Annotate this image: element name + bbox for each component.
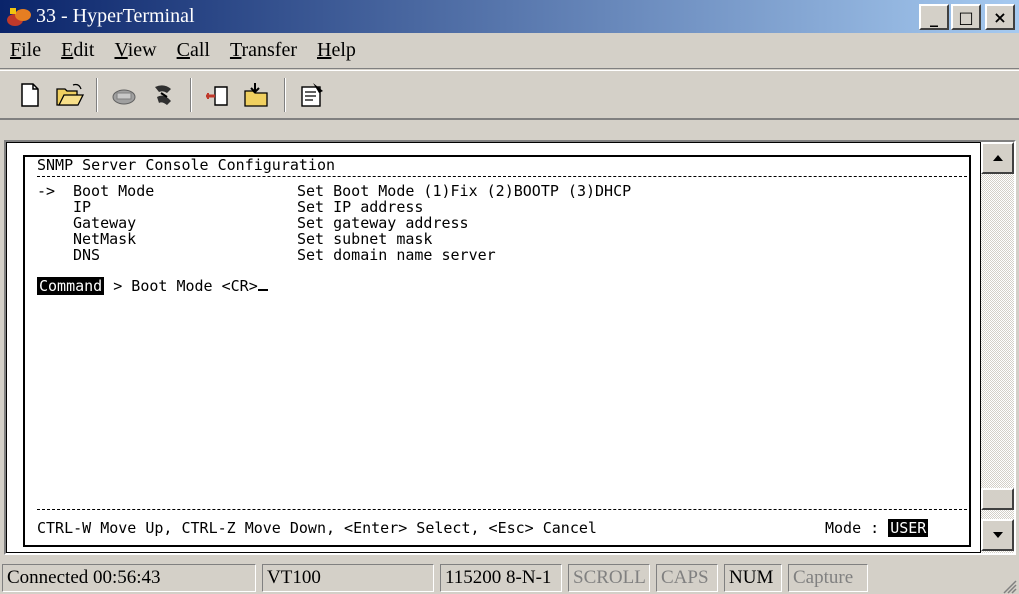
vertical-scrollbar[interactable]: [981, 142, 1014, 553]
disconnect-icon: [155, 84, 171, 105]
menu-row-name[interactable]: DNS: [73, 247, 100, 263]
receive-icon: [244, 82, 268, 107]
minimize-button[interactable]: _: [919, 4, 949, 30]
hyperterminal-icon[interactable]: [6, 5, 32, 29]
scroll-down-button[interactable]: [981, 519, 1014, 551]
menu-row-name[interactable]: NetMask: [73, 231, 136, 247]
mode-indicator: Mode : USER: [825, 519, 929, 537]
menu-row-name[interactable]: Gateway: [73, 215, 136, 231]
close-button[interactable]: ×: [985, 4, 1015, 30]
maximize-button[interactable]: □: [951, 4, 981, 30]
disconnect-button[interactable]: [146, 77, 182, 113]
status-bar: Connected 00:56:43 VT100 115200 8-N-1 SC…: [0, 562, 1019, 594]
properties-icon: [301, 82, 323, 107]
scroll-up-button[interactable]: [981, 142, 1014, 174]
toolbar-separator: [96, 77, 98, 112]
toolbar: [0, 70, 1019, 120]
open-icon: [56, 83, 85, 106]
menu-bar: File Edit View Call Transfer Help: [0, 33, 1019, 69]
arrow-up-icon: [992, 155, 1003, 161]
title-bar[interactable]: 33 - HyperTerminal _ □ ×: [0, 0, 1019, 33]
terminal-frame: SNMP Server Console Configuration -> Boo…: [4, 140, 1016, 555]
command-label: Command: [37, 277, 105, 295]
menu-row-desc: Set subnet mask: [297, 230, 433, 248]
window-controls: _ □ ×: [919, 4, 1015, 30]
menu-row-desc: Set IP address: [297, 198, 424, 216]
mode-label: Mode :: [825, 519, 889, 537]
send-icon: [206, 85, 228, 106]
divider: [37, 509, 967, 510]
minimize-icon: _: [930, 7, 938, 27]
status-capture: Capture: [788, 564, 868, 592]
menu-row-name[interactable]: IP: [73, 199, 91, 215]
console-header: SNMP Server Console Configuration: [37, 156, 336, 174]
send-button[interactable]: [200, 77, 236, 113]
menu-call[interactable]: Call: [177, 39, 210, 62]
command-text: > Boot Mode <CR>: [104, 277, 258, 295]
status-settings: 115200 8-N-1: [440, 564, 562, 592]
menu-row-name[interactable]: Boot Mode: [73, 183, 154, 199]
status-num: NUM: [724, 564, 782, 592]
toolbar-separator: [190, 77, 192, 112]
properties-button[interactable]: [294, 77, 330, 113]
menu-help[interactable]: Help: [317, 39, 356, 62]
toolbar-separator: [284, 77, 286, 112]
menu-row-desc: Set Boot Mode (1)Fix (2)BOOTP (3)DHCP: [297, 182, 632, 200]
receive-button[interactable]: [240, 77, 276, 113]
menu-row-desc: Set gateway address: [297, 214, 469, 232]
mode-value: USER: [888, 519, 929, 537]
divider: [37, 176, 967, 177]
arrow-down-icon: [992, 532, 1003, 538]
menu-row-desc: Set domain name server: [297, 246, 496, 264]
menu-edit[interactable]: Edit: [61, 39, 94, 62]
terminal-screen[interactable]: SNMP Server Console Configuration -> Boo…: [6, 142, 981, 553]
connect-button[interactable]: [106, 77, 142, 113]
menu-file[interactable]: File: [10, 39, 41, 62]
open-button[interactable]: [52, 77, 88, 113]
status-emulation: VT100: [262, 564, 434, 592]
menu-view[interactable]: View: [114, 39, 156, 62]
footer-help: CTRL-W Move Up, CTRL-Z Move Down, <Enter…: [37, 519, 597, 537]
text-cursor: [257, 277, 268, 291]
menu-transfer[interactable]: Transfer: [230, 39, 297, 62]
maximize-icon: □: [958, 7, 974, 27]
command-line[interactable]: Command > Boot Mode <CR>: [37, 277, 268, 295]
close-icon: ×: [993, 7, 1007, 27]
new-icon: [21, 82, 39, 107]
connect-icon: [112, 89, 136, 104]
status-scroll: SCROLL: [568, 564, 650, 592]
resize-grip-icon[interactable]: [1001, 578, 1017, 594]
status-caps: CAPS: [656, 564, 718, 592]
menu-row-arrow: ->: [37, 182, 56, 200]
new-button[interactable]: [12, 77, 48, 113]
window-title: 33 - HyperTerminal: [36, 5, 195, 27]
console-box: [23, 155, 971, 547]
scroll-thumb[interactable]: [981, 488, 1014, 510]
status-connected: Connected 00:56:43: [2, 564, 256, 592]
